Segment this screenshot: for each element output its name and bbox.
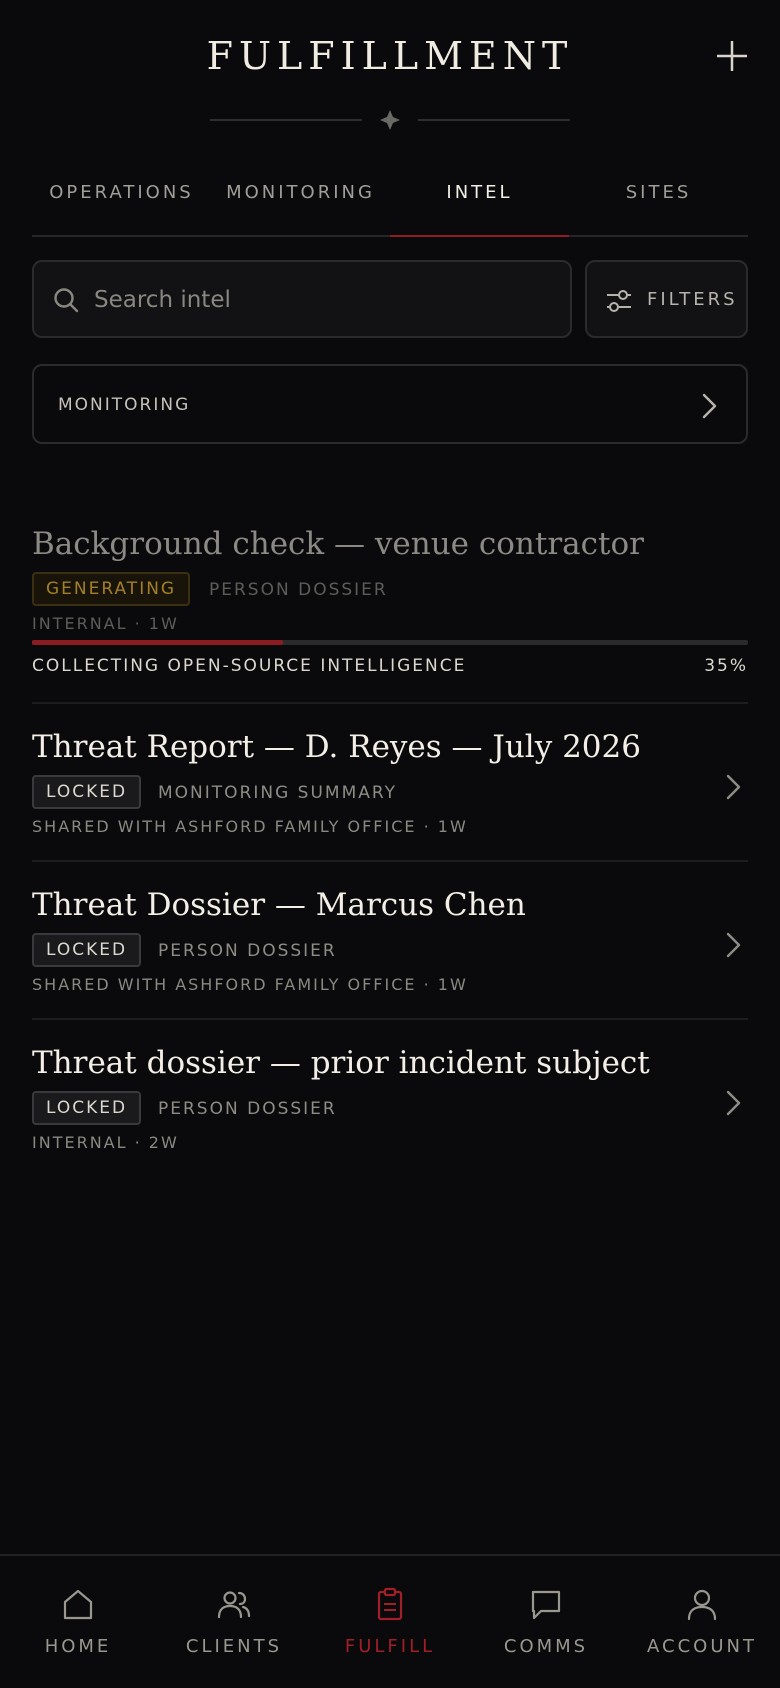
nav-home[interactable]: HOME xyxy=(0,1556,156,1688)
progress-percent: 35% xyxy=(704,656,748,676)
divider xyxy=(32,860,748,862)
intel-item[interactable]: Background check — venue contractor GENE… xyxy=(32,526,748,686)
status-badge: LOCKED xyxy=(32,775,142,809)
sliders-icon xyxy=(607,290,631,312)
progress-label: COLLECTING OPEN-SOURCE INTELLIGENCE xyxy=(32,656,467,676)
tab-operations[interactable]: OPERATIONS xyxy=(32,160,211,235)
chevron-right-icon xyxy=(726,1090,741,1116)
user-icon xyxy=(687,1589,717,1621)
item-kind: MONITORING SUMMARY xyxy=(158,783,397,803)
progress-fill xyxy=(32,640,283,645)
home-icon xyxy=(63,1589,93,1620)
nav-fulfill-label: FULFILL xyxy=(344,1636,436,1657)
search-input[interactable] xyxy=(92,278,556,322)
search-box xyxy=(32,260,572,338)
nav-comms[interactable]: COMMS xyxy=(468,1556,624,1688)
status-badge: LOCKED xyxy=(32,1091,142,1125)
chat-icon xyxy=(531,1590,561,1620)
progress-bar xyxy=(32,640,748,645)
tab-sites[interactable]: SITES xyxy=(569,160,748,235)
users-icon xyxy=(217,1591,251,1619)
clipboard-icon xyxy=(377,1587,403,1621)
search-icon xyxy=(54,288,79,313)
nav-account[interactable]: ACCOUNT xyxy=(624,1556,780,1688)
nav-fulfill[interactable]: FULFILL xyxy=(312,1556,468,1688)
nav-home-label: HOME xyxy=(44,1636,112,1657)
item-title: Threat Report — D. Reyes — July 2026 xyxy=(32,729,641,765)
status-badge: LOCKED xyxy=(32,933,142,967)
item-kind: PERSON DOSSIER xyxy=(158,941,337,961)
monitoring-link-label: MONITORING xyxy=(58,395,191,415)
page-title: FULFILLMENT xyxy=(206,34,574,78)
chevron-right-icon xyxy=(726,774,741,800)
divider xyxy=(32,702,748,704)
plus-icon xyxy=(717,41,747,71)
item-title: Threat Dossier — Marcus Chen xyxy=(32,887,526,923)
nav-clients[interactable]: CLIENTS xyxy=(156,1556,312,1688)
monitoring-link[interactable]: MONITORING xyxy=(32,364,748,444)
item-kind: PERSON DOSSIER xyxy=(209,580,388,600)
filters-button[interactable]: FILTERS xyxy=(585,260,748,338)
divider xyxy=(32,1018,748,1020)
filters-label: FILTERS xyxy=(647,289,738,310)
nav-account-label: ACCOUNT xyxy=(647,1636,757,1657)
item-kind: PERSON DOSSIER xyxy=(158,1099,337,1119)
tab-bar: OPERATIONS MONITORING INTEL SITES xyxy=(32,160,748,237)
intel-item[interactable]: Threat Dossier — Marcus Chen LOCKED PERS… xyxy=(32,887,748,1007)
item-meta: SHARED WITH ASHFORD FAMILY OFFICE · 1W xyxy=(32,817,468,836)
nav-clients-label: CLIENTS xyxy=(185,1636,283,1657)
tab-intel[interactable]: INTEL xyxy=(390,160,569,237)
item-title: Threat dossier — prior incident subject xyxy=(32,1045,650,1081)
intel-item[interactable]: Threat Report — D. Reyes — July 2026 LOC… xyxy=(32,729,748,849)
nav-comms-label: COMMS xyxy=(503,1636,589,1657)
item-meta: SHARED WITH ASHFORD FAMILY OFFICE · 1W xyxy=(32,975,468,994)
title-ornament xyxy=(210,110,570,130)
tab-monitoring[interactable]: MONITORING xyxy=(211,160,390,235)
intel-item[interactable]: Threat dossier — prior incident subject … xyxy=(32,1045,748,1165)
app-header: FULFILLMENT xyxy=(0,0,780,150)
add-button[interactable] xyxy=(712,36,752,76)
item-meta: INTERNAL · 2W xyxy=(32,1133,179,1152)
bottom-nav: HOME CLIENTS FULFILL COMMS ACCOUNT xyxy=(0,1554,780,1688)
status-badge: GENERATING xyxy=(32,572,191,606)
item-title: Background check — venue contractor xyxy=(32,526,644,562)
chevron-right-icon xyxy=(702,393,717,419)
chevron-right-icon xyxy=(726,932,741,958)
item-meta: INTERNAL · 1W xyxy=(32,614,179,633)
